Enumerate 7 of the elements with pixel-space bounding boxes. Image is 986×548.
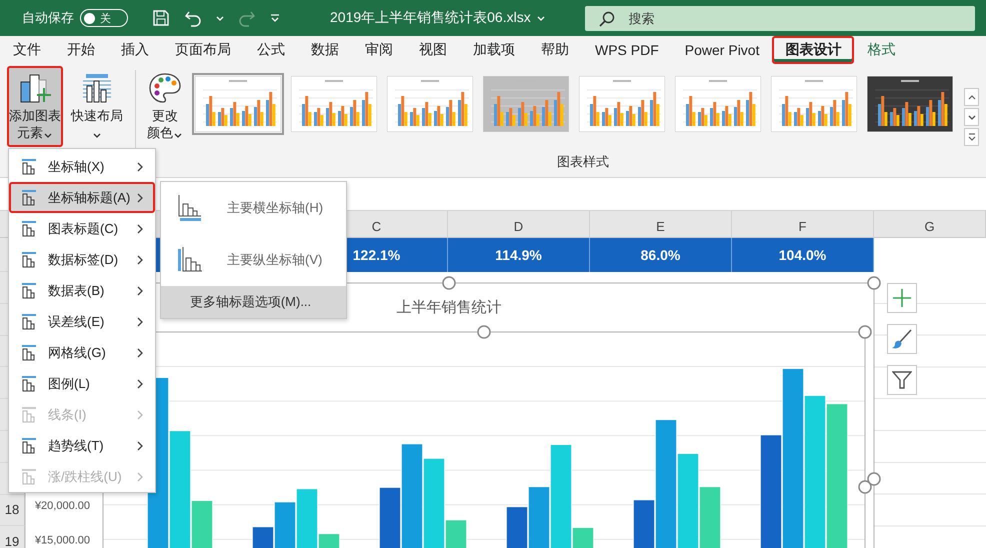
autosave-label: 自动保存 <box>22 9 74 27</box>
axis-tick-label: ¥20,000.00 <box>34 500 90 512</box>
group-label: 图表样式 <box>557 153 609 171</box>
table-cell: 104.0% <box>732 238 874 272</box>
axis-tick-label: ¥15,000.00 <box>34 534 90 546</box>
table-cell: 114.9% <box>448 238 590 272</box>
table-cell: 86.0% <box>590 238 732 272</box>
